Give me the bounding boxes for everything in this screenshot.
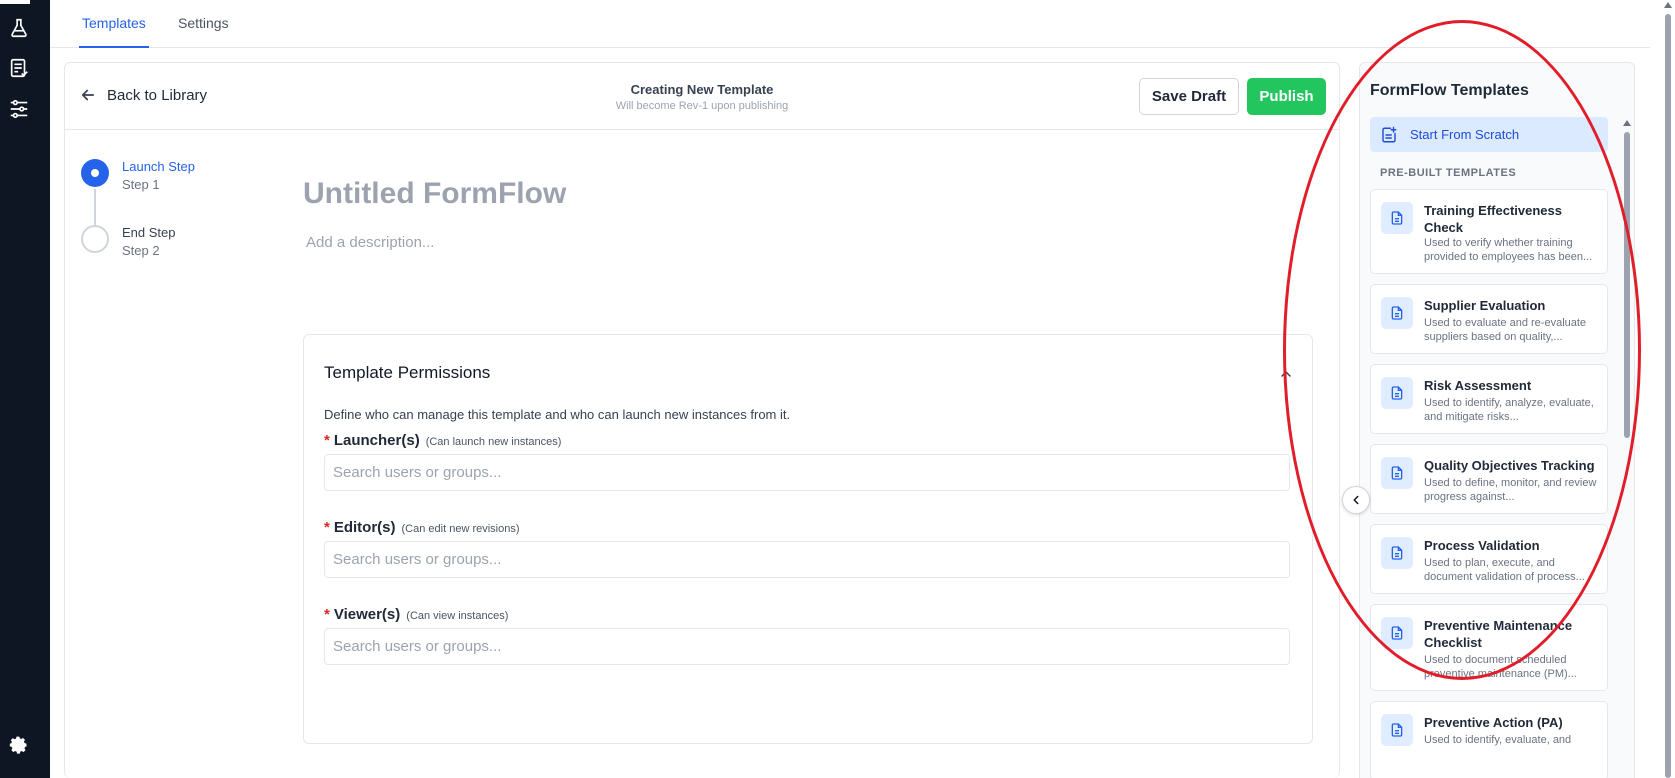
field-label-text: Launcher(s) [333,432,420,449]
document-icon [1381,714,1413,746]
tab-templates[interactable]: Templates [79,15,149,48]
permissions-intro: Define who can manage this template and … [324,407,791,422]
document-icon [1381,617,1413,649]
app-root: Templates Settings Back to Library Creat… [0,0,1675,778]
scratch-label: Start From Scratch [1410,127,1520,142]
step-end[interactable]: End Step Step 2 [81,225,281,265]
form-title-input[interactable]: Untitled FormFlow [303,177,566,211]
template-card[interactable]: Preventive Maintenance Checklist Used to… [1370,604,1608,691]
editor-header: Back to Library Creating New Template Wi… [65,63,1339,130]
rail-active-indicator [0,0,30,4]
launchers-field: * Launcher(s) (Can launch new instances) [324,432,1290,491]
template-card[interactable]: Process Validation Used to plan, execute… [1370,524,1608,594]
template-name: Preventive Action (PA) [1424,715,1563,730]
required-marker: * [324,606,330,623]
field-hint: (Can launch new instances) [425,436,562,448]
template-permissions-card: Template Permissions Define who can mana… [303,334,1313,744]
viewers-label: * Viewer(s) (Can view instances) [324,606,1290,623]
settings-gear-icon[interactable] [9,735,29,755]
template-description: Used to identify, evaluate, and [1424,734,1572,746]
editors-search-input[interactable] [324,541,1290,578]
launchers-search-input[interactable] [324,454,1290,491]
template-description: Used to define, monitor, and review prog… [1424,477,1597,503]
chevron-left-icon [1353,495,1359,505]
template-name: Process Validation [1424,538,1540,553]
collapse-panel-button[interactable] [1342,486,1370,514]
arrow-left-icon [81,89,95,101]
checklist-document-icon[interactable] [8,57,30,79]
document-icon [1381,297,1413,329]
scroll-up-arrow-icon[interactable] [1623,120,1631,126]
start-from-scratch-button[interactable]: Start From Scratch [1370,117,1608,152]
viewers-search-input[interactable] [324,628,1290,665]
step-indicator-active-icon [81,159,109,187]
scrollbar-thumb[interactable] [1624,132,1630,438]
template-name: Preventive Maintenance Checklist [1424,618,1573,650]
field-label-text: Editor(s) [333,519,396,536]
document-icon [1381,202,1413,234]
template-description: Used to evaluate and re-evaluate supplie… [1424,317,1587,343]
template-description: Used to plan, execute, and document vali… [1424,557,1585,583]
required-marker: * [324,519,330,536]
back-to-library-link[interactable]: Back to Library [79,86,207,104]
left-nav-rail [0,0,50,778]
launchers-label: * Launcher(s) (Can launch new instances) [324,432,1290,449]
workflow-sliders-icon[interactable] [8,98,30,120]
viewers-field: * Viewer(s) (Can view instances) [324,606,1290,665]
document-icon [1381,537,1413,569]
template-card[interactable]: Quality Objectives Tracking Used to defi… [1370,444,1608,514]
chevron-up-icon[interactable] [1278,366,1294,382]
template-card[interactable]: Preventive Action (PA) Used to identify,… [1370,701,1608,778]
template-description: Used to document scheduled preventive ma… [1424,654,1577,680]
template-card[interactable]: Supplier Evaluation Used to evaluate and… [1370,284,1608,354]
step-number: Step 1 [122,177,160,192]
back-label: Back to Library [107,86,208,104]
template-name: Quality Objectives Tracking [1424,458,1595,473]
top-tab-bar: Templates Settings [50,0,1650,48]
templates-panel-scrollbar[interactable] [1623,120,1631,440]
step-name: Launch Step [122,159,196,174]
step-number: Step 2 [122,243,160,258]
page-scrollbar[interactable] [1664,0,1672,778]
save-draft-button[interactable]: Save Draft [1139,78,1239,115]
template-name: Risk Assessment [1424,378,1532,393]
prebuilt-heading: PRE-BUILT TEMPLATES [1380,167,1517,179]
step-name: End Step [122,225,176,240]
panel-title: FormFlow Templates [1370,82,1529,99]
scroll-up-arrow-icon[interactable] [1664,2,1672,8]
editors-field: * Editor(s) (Can edit new revisions) [324,519,1290,578]
template-name: Supplier Evaluation [1424,298,1546,313]
publish-button[interactable]: Publish [1247,78,1326,115]
document-icon [1381,377,1413,409]
step-indicator-idle-icon [81,225,109,253]
template-description: Used to identify, analyze, evaluate, and… [1424,397,1594,423]
template-card[interactable]: Risk Assessment Used to identify, analyz… [1370,364,1608,434]
form-description-input[interactable]: Add a description... [306,234,434,251]
template-editor: Back to Library Creating New Template Wi… [64,62,1340,778]
field-label-text: Viewer(s) [333,606,401,623]
flask-icon[interactable] [8,17,30,39]
template-description: Used to verify whether training provided… [1424,237,1593,263]
formflow-templates-panel: FormFlow Templates Start From Scratch PR… [1359,62,1635,778]
field-hint: (Can view instances) [406,610,509,622]
add-document-icon [1382,126,1397,142]
tab-settings[interactable]: Settings [178,15,229,31]
scrollbar-thumb[interactable] [1665,14,1671,778]
document-icon [1381,457,1413,489]
permissions-title: Template Permissions [324,363,491,382]
editors-label: * Editor(s) (Can edit new revisions) [324,519,1290,536]
template-name: Training Effectiveness Check [1424,203,1562,235]
required-marker: * [324,432,330,449]
step-launch[interactable]: Launch Step Step 1 [81,159,281,199]
template-card[interactable]: Training Effectiveness Check Used to ver… [1370,189,1608,274]
field-hint: (Can edit new revisions) [401,523,520,535]
